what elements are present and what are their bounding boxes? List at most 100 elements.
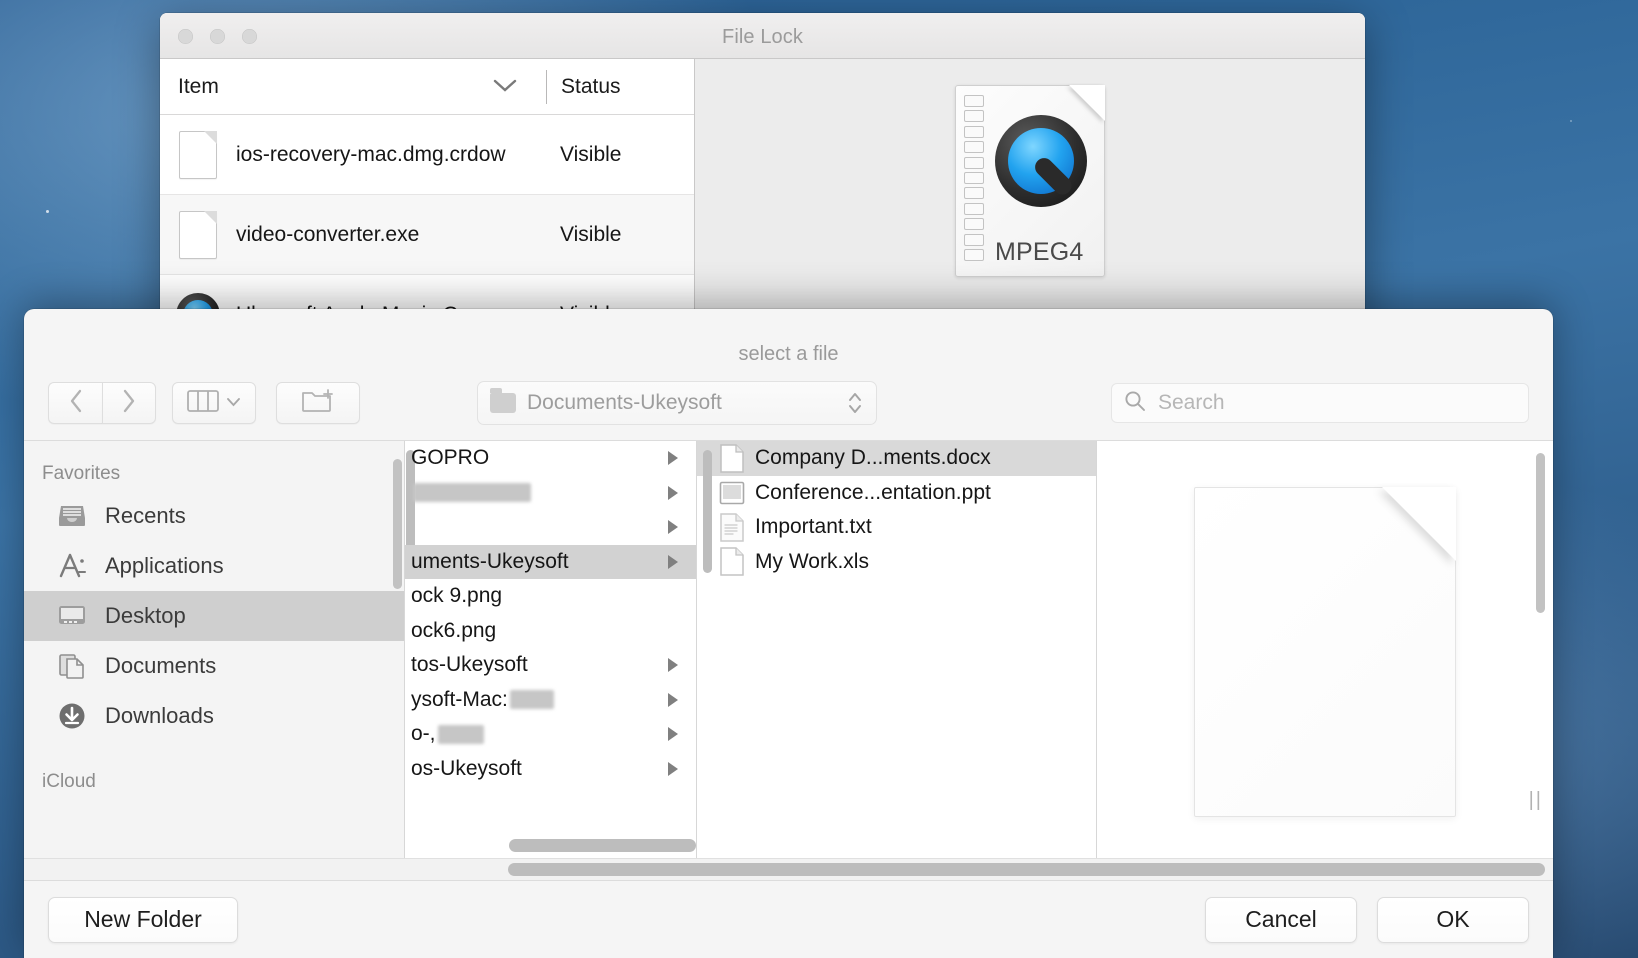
view-mode-button[interactable] xyxy=(172,382,256,424)
preview-file-type-label: MPEG4 xyxy=(995,238,1084,266)
list-item[interactable]: ock 9.png xyxy=(405,579,696,614)
document-icon xyxy=(160,210,236,259)
star-speck xyxy=(1570,120,1572,122)
picker-toolbar: Documents-Ukeysoft Search xyxy=(24,366,1553,440)
disclosure-arrow-icon xyxy=(668,554,678,569)
list-item[interactable]: o-, xyxy=(405,717,696,752)
list-item[interactable] xyxy=(405,476,696,511)
disclosure-arrow-icon xyxy=(668,520,678,535)
table-cell-name: video-converter.exe xyxy=(236,222,420,246)
search-field[interactable]: Search xyxy=(1111,383,1529,423)
list-item-label: Conference...entation.ppt xyxy=(755,480,991,504)
list-item[interactable] xyxy=(405,510,696,545)
column-1-horizontal-scrollbar[interactable] xyxy=(509,839,696,852)
file-lock-titlebar[interactable]: File Lock xyxy=(160,13,1365,59)
list-item-label: os-Ukeysoft xyxy=(411,756,522,780)
list-item-label: o-, xyxy=(411,722,436,746)
browser-column-1[interactable]: GOPRO uments-Ukeysoft ock 9.png ock6.png… xyxy=(405,441,697,858)
redacted-label xyxy=(413,483,531,503)
list-item-label: uments-Ukeysoft xyxy=(411,549,569,573)
back-button[interactable] xyxy=(48,382,102,424)
list-item-label: ock6.png xyxy=(411,618,497,642)
sidebar-scrollbar[interactable] xyxy=(393,459,402,589)
list-item[interactable]: ock6.png xyxy=(405,614,696,649)
quicktime-mpeg4-file-icon: MPEG4 xyxy=(955,85,1105,277)
list-item[interactable]: GOPRO xyxy=(405,441,696,476)
file-picker-dialog[interactable]: select a file Documents-Ukeysoft Search … xyxy=(24,309,1553,958)
cancel-button[interactable]: Cancel xyxy=(1205,896,1357,943)
sidebar-item-desktop[interactable]: Desktop xyxy=(24,591,404,641)
resize-grip-icon[interactable]: || xyxy=(1529,789,1543,812)
browser-column-2[interactable]: Company D...ments.docx Conference...enta… xyxy=(697,441,1097,858)
sidebar-item-label: Applications xyxy=(105,553,224,578)
list-item[interactable]: Company D...ments.docx xyxy=(697,441,1096,476)
list-item[interactable]: os-Ukeysoft xyxy=(405,752,696,787)
preview-pane: || xyxy=(1097,441,1553,858)
disclosure-arrow-icon xyxy=(668,727,678,742)
text-document-icon xyxy=(719,512,745,542)
horizontal-scrollbar[interactable] xyxy=(508,863,1545,876)
new-folder-button[interactable]: New Folder xyxy=(48,896,238,943)
table-cell-name: ios-recovery-mac.dmg.crdow xyxy=(236,142,506,166)
chevron-down-icon xyxy=(226,394,241,412)
list-item-label: ysoft-Mac: xyxy=(411,687,508,711)
preview-scrollbar[interactable] xyxy=(1536,453,1545,613)
sidebar-item-label: Documents xyxy=(105,653,217,678)
chevron-down-icon xyxy=(492,75,518,99)
chevron-left-icon xyxy=(67,388,85,419)
navigation-buttons xyxy=(48,382,156,424)
search-icon xyxy=(1124,390,1146,417)
new-folder-toolbar-button[interactable] xyxy=(276,382,360,424)
sidebar-item-documents[interactable]: Documents xyxy=(24,641,404,691)
sidebar-item-downloads[interactable]: Downloads xyxy=(24,691,404,741)
folder-icon xyxy=(490,388,516,413)
path-popup-button[interactable]: Documents-Ukeysoft xyxy=(477,381,877,425)
list-item-label: tos-Ukeysoft xyxy=(411,653,528,677)
sidebar-item-applications[interactable]: Applications xyxy=(24,541,404,591)
word-document-icon xyxy=(719,443,745,473)
disclosure-arrow-icon xyxy=(668,451,678,466)
recents-icon xyxy=(56,501,88,531)
list-item[interactable]: My Work.xls xyxy=(697,545,1096,580)
list-item[interactable]: ysoft-Mac: xyxy=(405,683,696,718)
search-placeholder: Search xyxy=(1158,391,1225,414)
document-icon xyxy=(160,130,236,179)
column-header-item[interactable]: Item xyxy=(160,75,546,99)
table-header-row: Item Status xyxy=(160,59,694,115)
sidebar-group-icloud: iCloud xyxy=(42,771,96,792)
path-popup-label: Documents-Ukeysoft xyxy=(527,391,722,414)
sidebar[interactable]: Favorites Recents Applications Desktop D… xyxy=(24,441,405,858)
new-folder-icon xyxy=(301,387,335,420)
list-item[interactable]: tos-Ukeysoft xyxy=(405,648,696,683)
stepper-updown-icon xyxy=(846,389,864,417)
table-row[interactable]: video-converter.exe Visible xyxy=(160,195,694,275)
window-title: File Lock xyxy=(722,26,803,48)
desktop-background: File Lock Item Status ios-recovery-mac.d… xyxy=(0,0,1638,958)
chevron-right-icon xyxy=(120,388,138,419)
downloads-icon xyxy=(56,701,88,731)
column-2-scrollbar[interactable] xyxy=(703,450,712,573)
list-item[interactable]: Conference...entation.ppt xyxy=(697,476,1096,511)
column-header-status[interactable]: Status xyxy=(546,69,694,104)
list-item[interactable]: uments-Ukeysoft xyxy=(405,544,696,579)
column-header-status-label: Status xyxy=(561,74,621,98)
sidebar-group-favorites: Favorites xyxy=(42,463,121,484)
powerpoint-icon xyxy=(719,478,745,508)
disclosure-arrow-icon xyxy=(668,692,678,707)
documents-icon xyxy=(56,651,88,681)
dialog-title: select a file xyxy=(738,343,839,365)
horizontal-scroll-strip xyxy=(24,858,1553,880)
disclosure-arrow-icon xyxy=(668,658,678,673)
excel-icon xyxy=(719,547,745,577)
disclosure-arrow-icon xyxy=(668,485,678,500)
ok-button[interactable]: OK xyxy=(1377,896,1529,943)
list-item[interactable]: Important.txt xyxy=(697,510,1096,545)
sidebar-item-recents[interactable]: Recents xyxy=(24,491,404,541)
list-item-label: My Work.xls xyxy=(755,549,869,573)
list-item-label: Company D...ments.docx xyxy=(755,446,991,470)
table-row[interactable]: ios-recovery-mac.dmg.crdow Visible xyxy=(160,115,694,195)
sidebar-item-label: Desktop xyxy=(105,603,186,628)
table-cell-status: Visible xyxy=(560,142,622,166)
forward-button[interactable] xyxy=(102,382,156,424)
list-item-label: Important.txt xyxy=(755,515,872,539)
